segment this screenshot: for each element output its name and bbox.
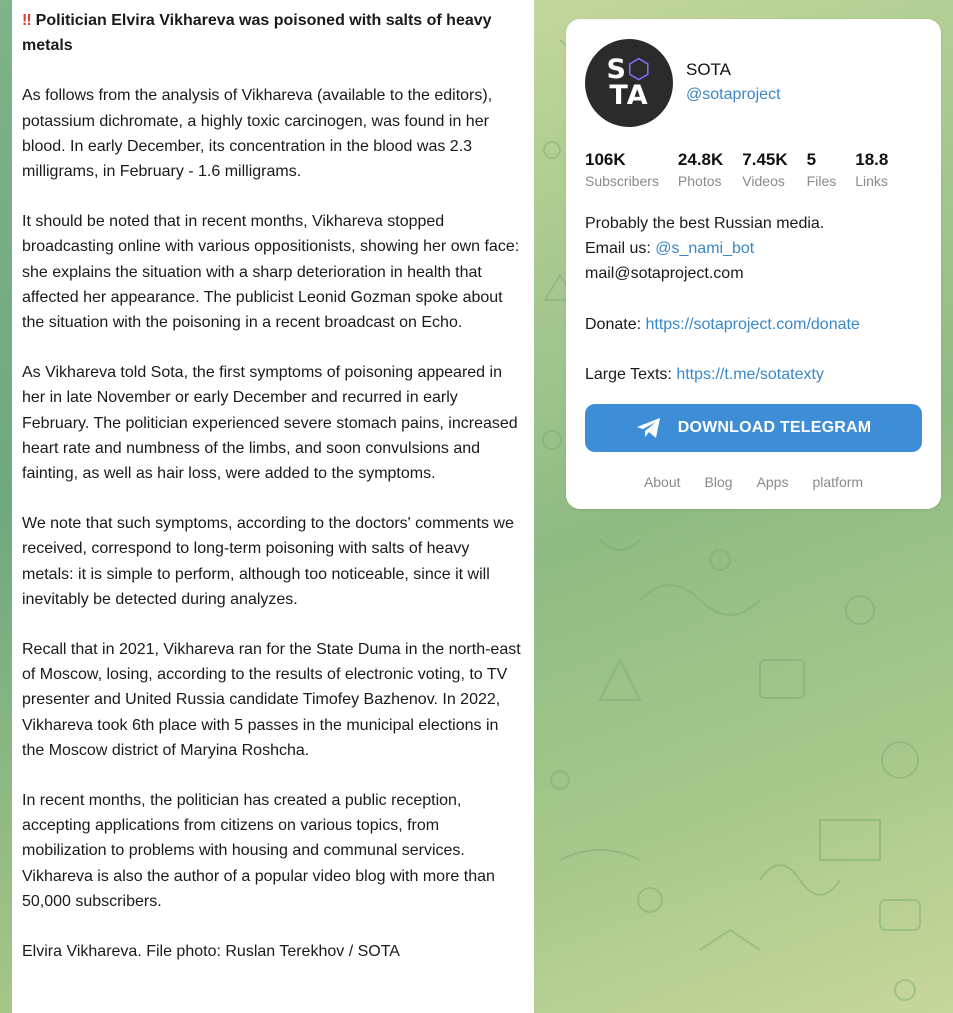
donate-link[interactable]: https://sotaproject.com/donate bbox=[645, 316, 859, 333]
stat-photos[interactable]: 24.8K Photos bbox=[678, 150, 723, 189]
post-title: ‼ Politician Elvira Vikhareva was poisone… bbox=[22, 8, 524, 58]
left-edge-background bbox=[0, 0, 12, 1013]
post-paragraph: As follows from the analysis of Vikharev… bbox=[22, 87, 493, 181]
channel-name: SOTA bbox=[686, 59, 732, 79]
stat-videos[interactable]: 7.45K Videos bbox=[742, 150, 787, 189]
footer-link-platform[interactable]: platform bbox=[812, 474, 863, 490]
avatar-logo-line2: TA bbox=[609, 80, 649, 111]
download-telegram-label: DOWNLOAD TELEGRAM bbox=[677, 419, 872, 437]
double-exclamation-icon: ‼ bbox=[22, 12, 32, 29]
email-bot-link[interactable]: @s_nami_bot bbox=[655, 240, 754, 257]
stat-label: Photos bbox=[677, 173, 722, 189]
stat-subscribers[interactable]: 106K Subscribers bbox=[585, 150, 659, 189]
stat-value: 24.8K bbox=[677, 150, 724, 169]
stat-files[interactable]: 5 Files bbox=[807, 150, 837, 189]
description-email: mail@sotaproject.com bbox=[585, 265, 744, 283]
footer-link-blog[interactable]: Blog bbox=[705, 474, 733, 490]
post-paragraph: Recall that in 2021, Vikhareva ran for t… bbox=[22, 641, 521, 759]
large-texts-link[interactable]: https://t.me/sotatexty bbox=[676, 366, 824, 383]
stat-label: Links bbox=[855, 173, 888, 189]
post-paragraph: It should be noted that in recent months… bbox=[22, 213, 520, 332]
channel-info-card: S⬡ TA SOTA @sotaproject 106K Subscribers… bbox=[566, 19, 941, 509]
stat-value: 18.8 bbox=[855, 150, 889, 169]
post-title-text: Politician Elvira Vikhareva was poisoned… bbox=[22, 12, 492, 55]
channel-handle-link[interactable]: @sotaproject bbox=[686, 86, 781, 104]
stat-links[interactable]: 18.8 Links bbox=[855, 150, 888, 189]
description-donate-line: Donate: https://sotaproject.com/donate bbox=[585, 315, 860, 333]
stat-label: Subscribers bbox=[585, 173, 659, 189]
post-paragraph: In recent months, the politician has cre… bbox=[22, 792, 495, 910]
stat-label: Files bbox=[806, 173, 837, 189]
download-telegram-button[interactable]: DOWNLOAD TELEGRAM bbox=[585, 404, 922, 453]
post-photo-caption: Elvira Vikhareva. File photo: Ruslan Ter… bbox=[22, 943, 400, 961]
description-large-texts-line: Large Texts: https://t.me/sotatexty bbox=[585, 365, 824, 383]
channel-stats: 106K Subscribers 24.8K Photos 7.45K Vide… bbox=[585, 150, 922, 189]
footer-link-about[interactable]: About bbox=[644, 474, 681, 490]
channel-avatar[interactable]: S⬡ TA bbox=[585, 39, 673, 127]
description-line: Probably the best Russian media. bbox=[585, 215, 825, 232]
stat-value: 5 bbox=[806, 150, 817, 169]
footer-link-apps[interactable]: Apps bbox=[757, 474, 789, 490]
post-paragraph: We note that such symptoms, according to… bbox=[22, 515, 514, 608]
post-paragraph: As Vikhareva told Sota, the first sympto… bbox=[22, 364, 518, 483]
channel-header: S⬡ TA SOTA @sotaproject bbox=[585, 39, 922, 127]
post-message: ‼ Politician Elvira Vikhareva was poisone… bbox=[12, 0, 534, 1013]
stat-label: Videos bbox=[742, 173, 785, 189]
channel-description: Probably the best Russian media. Email u… bbox=[585, 211, 922, 387]
footer-links: About Blog Apps platform bbox=[585, 474, 922, 490]
telegram-paper-plane-icon bbox=[636, 418, 660, 439]
stat-value: 106K bbox=[585, 150, 626, 169]
description-email-line: Email us: @s_nami_bot bbox=[585, 240, 755, 258]
stat-value: 7.45K bbox=[742, 150, 788, 169]
